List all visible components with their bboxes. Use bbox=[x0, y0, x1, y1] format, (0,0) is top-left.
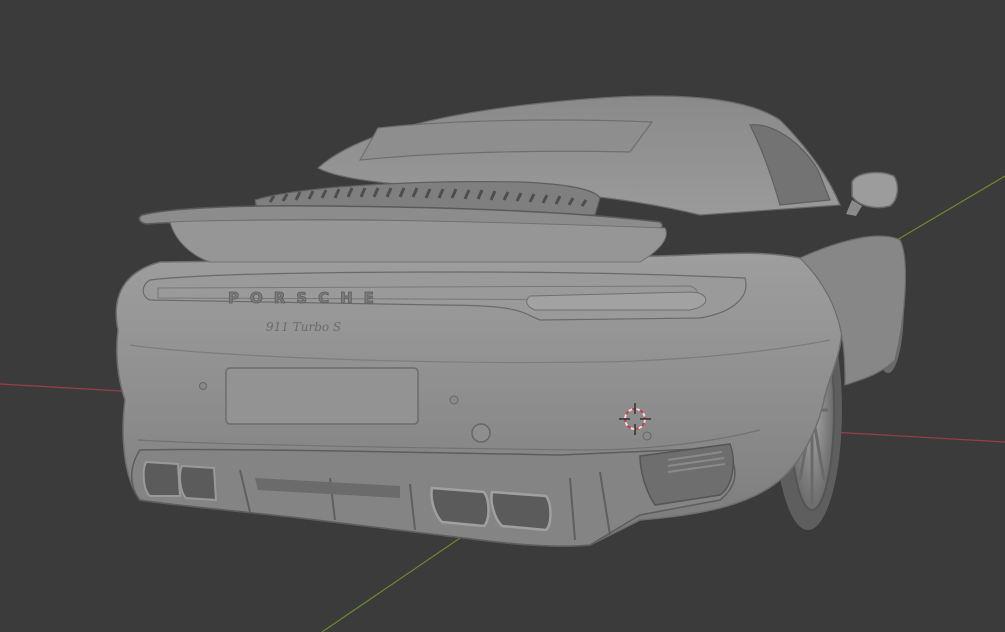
car-model[interactable]: PORSCHE 911 Turbo S bbox=[115, 95, 907, 547]
parking-sensor-left bbox=[199, 382, 207, 390]
side-mirror bbox=[846, 171, 899, 216]
3d-viewport[interactable]: PORSCHE 911 Turbo S bbox=[0, 0, 1005, 632]
license-plate-recess bbox=[225, 367, 419, 425]
parking-sensor-right bbox=[642, 431, 652, 441]
brand-lettering: PORSCHE bbox=[228, 289, 385, 307]
model-badge: 911 Turbo S bbox=[266, 320, 341, 334]
parking-sensor-lower bbox=[471, 423, 491, 443]
spoiler-base bbox=[169, 219, 667, 263]
viewport-canvas[interactable]: PORSCHE 911 Turbo S bbox=[0, 0, 1005, 632]
parking-sensor-center bbox=[449, 395, 459, 405]
y-axis-line-bottom bbox=[321, 537, 461, 632]
